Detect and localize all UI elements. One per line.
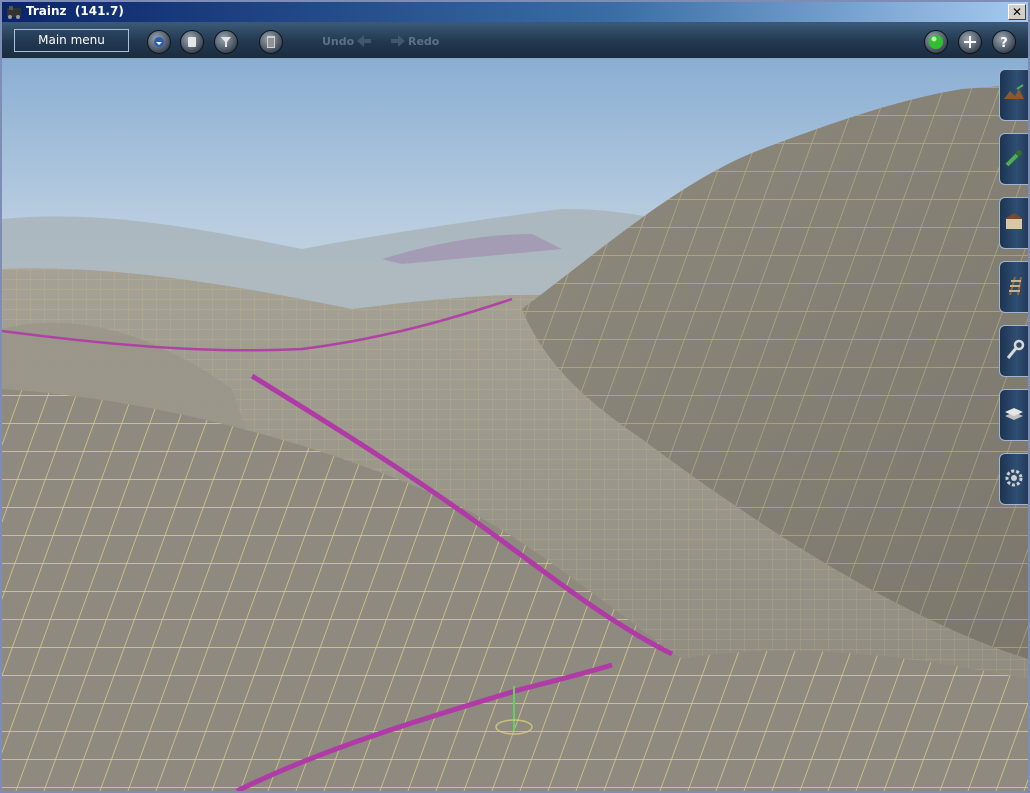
3d-viewport[interactable] bbox=[2, 59, 1028, 791]
filter-icon bbox=[221, 37, 231, 47]
track-tab[interactable] bbox=[999, 261, 1028, 313]
plus-icon bbox=[964, 36, 976, 48]
track-icon bbox=[1009, 276, 1022, 296]
window-title: Trainz (141.7) bbox=[26, 4, 124, 18]
layers-tab[interactable] bbox=[999, 389, 1028, 441]
brush-icon bbox=[1005, 150, 1022, 167]
app-window: Trainz (141.7) ✕ Main menu Undo Redo ? bbox=[0, 0, 1030, 793]
bin-icon bbox=[267, 36, 275, 48]
delete-icon bbox=[188, 37, 196, 47]
status-light-icon bbox=[929, 35, 943, 49]
filter-button[interactable] bbox=[214, 30, 238, 54]
paint-tab[interactable] bbox=[999, 133, 1028, 185]
title-bar[interactable]: Trainz (141.7) ✕ bbox=[2, 2, 1028, 22]
redo-arrow-icon bbox=[391, 35, 405, 47]
layers-icon bbox=[1005, 408, 1023, 420]
compass-button[interactable] bbox=[147, 30, 171, 54]
topology-tab[interactable] bbox=[999, 69, 1028, 121]
wrench-icon bbox=[1006, 339, 1025, 359]
building-icon bbox=[1005, 213, 1023, 229]
svg-text:?: ? bbox=[1000, 36, 1008, 51]
compass-icon bbox=[154, 37, 164, 47]
objects-tab[interactable] bbox=[999, 197, 1028, 249]
terrain-scene bbox=[2, 59, 1028, 791]
gear-icon bbox=[1005, 469, 1023, 487]
status-light-button[interactable] bbox=[924, 30, 948, 54]
tools-tab[interactable] bbox=[999, 325, 1028, 377]
help-button[interactable]: ? bbox=[992, 30, 1016, 54]
undo-button[interactable]: Undo bbox=[322, 35, 354, 48]
app-icon bbox=[7, 6, 21, 19]
undo-arrow-icon bbox=[357, 35, 371, 47]
settings-tab[interactable] bbox=[999, 453, 1028, 505]
toolbar: Main menu Undo Redo ? bbox=[2, 22, 1028, 59]
close-button[interactable]: ✕ bbox=[1008, 4, 1026, 20]
main-menu-button[interactable]: Main menu bbox=[14, 29, 129, 52]
delete-button[interactable] bbox=[180, 30, 204, 54]
terrain-icon bbox=[1004, 84, 1024, 99]
add-button[interactable] bbox=[958, 30, 982, 54]
help-icon: ? bbox=[1000, 36, 1008, 51]
redo-button[interactable]: Redo bbox=[408, 35, 439, 48]
bin-button[interactable] bbox=[259, 30, 283, 54]
